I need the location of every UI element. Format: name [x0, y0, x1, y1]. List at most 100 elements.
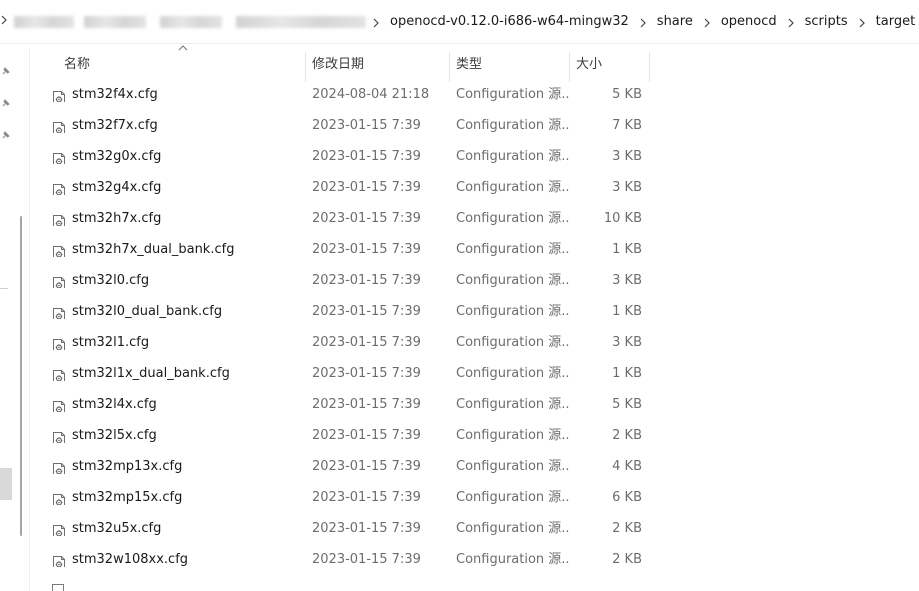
- file-type: Configuration 源...: [456, 211, 570, 226]
- file-modified-date: 2023-01-15 7:39: [312, 304, 421, 319]
- file-size: 10 KB: [603, 211, 642, 226]
- file-modified-date: 2023-01-15 7:39: [312, 211, 421, 226]
- breadcrumb-item-scripts[interactable]: scripts: [805, 12, 848, 31]
- breadcrumb-item-openocd-dist[interactable]: openocd-v0.12.0-i686-w64-mingw32: [390, 12, 629, 31]
- file-size: 1 KB: [612, 242, 642, 257]
- chevron-right-icon[interactable]: [787, 18, 795, 27]
- chevron-right-icon[interactable]: [372, 18, 380, 27]
- file-size: 3 KB: [612, 335, 642, 350]
- config-file-icon: [52, 149, 66, 164]
- file-modified-date: 2023-01-15 7:39: [312, 366, 421, 381]
- file-name: stm32mp15x.cfg: [72, 490, 183, 505]
- file-row[interactable]: stm32f7x.cfg 2023-01-15 7:39 Configuration…: [40, 110, 919, 141]
- file-size: 3 KB: [612, 149, 642, 164]
- file-row[interactable]: stm32h7x_dual_bank.cfg 2023-01-15 7:39 Con…: [40, 234, 919, 265]
- file-modified-date: 2023-01-15 7:39: [312, 180, 421, 195]
- file-size: 3 KB: [612, 180, 642, 195]
- pin-icon[interactable]: [0, 94, 12, 107]
- file-size: 2 KB: [612, 428, 642, 443]
- file-type: Configuration 源...: [456, 459, 570, 474]
- chevron-right-icon[interactable]: [858, 18, 866, 27]
- file-type: Configuration 源...: [456, 428, 570, 443]
- config-file-icon: [52, 428, 66, 443]
- file-row[interactable]: stm32l1x_dual_bank.cfg 2023-01-15 7:39 Con…: [40, 358, 919, 389]
- nav-selected-item[interactable]: [0, 468, 12, 500]
- file-type: Configuration 源...: [456, 149, 570, 164]
- pin-icon[interactable]: [0, 62, 12, 75]
- sort-ascending-icon: [178, 42, 188, 52]
- file-name: stm32l4x.cfg: [72, 397, 157, 412]
- config-file-icon: [52, 583, 64, 591]
- file-row[interactable]: stm32l5x.cfg 2023-01-15 7:39 Configuration…: [40, 420, 919, 451]
- file-type: Configuration 源...: [456, 304, 570, 319]
- file-type: Configuration 源...: [456, 490, 570, 505]
- file-row[interactable]: stm32f4x.cfg 2024-08-04 21:18 Configuratio…: [40, 79, 919, 110]
- config-file-icon: [52, 211, 66, 226]
- config-file-icon: [52, 304, 66, 319]
- column-header-name[interactable]: 名称: [64, 48, 90, 82]
- file-modified-date: 2023-01-15 7:39: [312, 335, 421, 350]
- pane-splitter[interactable]: [29, 48, 30, 591]
- file-name: stm32f7x.cfg: [72, 118, 158, 133]
- pin-icon[interactable]: [0, 126, 12, 139]
- config-file-icon: [52, 273, 66, 288]
- file-name: stm32l1x_dual_bank.cfg: [72, 366, 230, 381]
- column-header-row: 名称 修改日期 类型 大小: [40, 45, 919, 82]
- file-row[interactable]: stm32u5x.cfg 2023-01-15 7:39 Configuration…: [40, 513, 919, 544]
- file-list: stm32f4x.cfg 2024-08-04 21:18 Configuratio…: [40, 79, 919, 575]
- file-size: 5 KB: [612, 397, 642, 412]
- column-divider[interactable]: [305, 52, 306, 82]
- file-name: stm32l0.cfg: [72, 273, 150, 288]
- file-row[interactable]: stm32l4x.cfg 2023-01-15 7:39 Configuration…: [40, 389, 919, 420]
- file-row[interactable]: stm32h7x.cfg 2023-01-15 7:39 Configuration…: [40, 203, 919, 234]
- column-header-date[interactable]: 修改日期: [312, 48, 364, 82]
- breadcrumb-item-target[interactable]: target: [876, 12, 916, 31]
- column-divider[interactable]: [449, 52, 450, 82]
- nav-scrollbar-thumb[interactable]: [20, 216, 22, 536]
- navigation-pane[interactable]: [0, 44, 26, 591]
- file-modified-date: 2023-01-15 7:39: [312, 521, 421, 536]
- file-size: 3 KB: [612, 273, 642, 288]
- breadcrumb-redacted-segment[interactable]: [14, 15, 74, 28]
- file-name: stm32l5x.cfg: [72, 428, 157, 443]
- file-modified-date: 2023-01-15 7:39: [312, 397, 421, 412]
- breadcrumb-item-openocd[interactable]: openocd: [721, 12, 777, 31]
- file-row[interactable]: stm32l0_dual_bank.cfg 2023-01-15 7:39 Conf…: [40, 296, 919, 327]
- breadcrumb-redacted-segment[interactable]: [236, 15, 366, 28]
- file-name: stm32h7x_dual_bank.cfg: [72, 242, 235, 257]
- chevron-right-icon[interactable]: [639, 18, 647, 27]
- column-header-type[interactable]: 类型: [456, 48, 482, 82]
- file-row[interactable]: stm32mp15x.cfg 2023-01-15 7:39 Configurati…: [40, 482, 919, 513]
- file-row[interactable]: stm32g0x.cfg 2023-01-15 7:39 Configuration…: [40, 141, 919, 172]
- file-name: stm32g4x.cfg: [72, 180, 162, 195]
- chevron-right-icon[interactable]: [0, 14, 8, 29]
- file-row[interactable]: stm32mp13x.cfg 2023-01-15 7:39 Configurati…: [40, 451, 919, 482]
- config-file-icon: [52, 87, 66, 102]
- file-name: stm32g0x.cfg: [72, 149, 162, 164]
- file-modified-date: 2024-08-04 21:18: [312, 87, 430, 102]
- file-row[interactable]: stm32l0.cfg 2023-01-15 7:39 Configuration …: [40, 265, 919, 296]
- config-file-icon: [52, 335, 66, 350]
- file-row[interactable]: stm32g4x.cfg 2023-01-15 7:39 Configuration…: [40, 172, 919, 203]
- breadcrumb-redacted-segment[interactable]: [160, 15, 222, 28]
- file-explorer-window: openocd-v0.12.0-i686-w64-mingw32 share o…: [0, 0, 919, 591]
- breadcrumb[interactable]: openocd-v0.12.0-i686-w64-mingw32 share o…: [0, 0, 919, 44]
- file-type: Configuration 源...: [456, 180, 570, 195]
- config-file-icon: [52, 242, 66, 257]
- file-type: Configuration 源...: [456, 87, 570, 102]
- column-divider[interactable]: [569, 52, 570, 82]
- breadcrumb-item-share[interactable]: share: [657, 12, 693, 31]
- file-type: Configuration 源...: [456, 242, 570, 257]
- config-file-icon: [52, 552, 66, 567]
- config-file-icon: [52, 459, 66, 474]
- file-modified-date: 2023-01-15 7:39: [312, 459, 421, 474]
- file-name: stm32w108xx.cfg: [72, 552, 189, 567]
- file-type: Configuration 源...: [456, 335, 570, 350]
- column-divider[interactable]: [649, 52, 650, 82]
- file-type: Configuration 源...: [456, 273, 570, 288]
- column-header-size[interactable]: 大小: [576, 48, 602, 82]
- file-row[interactable]: stm32w108xx.cfg 2023-01-15 7:39 Configurat…: [40, 544, 919, 575]
- breadcrumb-redacted-segment[interactable]: [84, 15, 146, 28]
- file-row[interactable]: stm32l1.cfg 2023-01-15 7:39 Configuration …: [40, 327, 919, 358]
- chevron-right-icon[interactable]: [703, 18, 711, 27]
